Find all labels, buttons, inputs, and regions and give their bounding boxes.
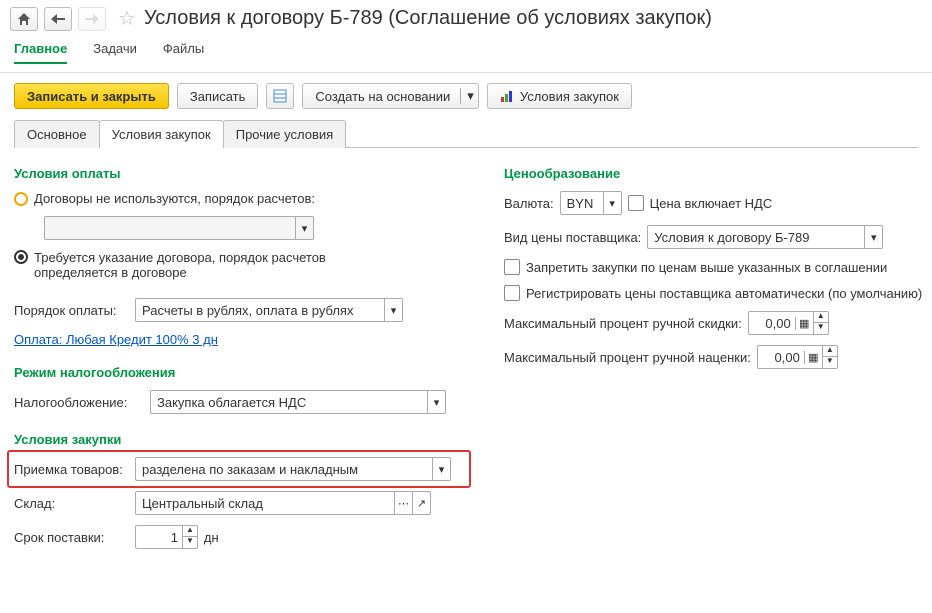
auto-register-prices-label: Регистрировать цены поставщика автоматич… bbox=[526, 286, 922, 301]
forbid-higher-prices-checkbox[interactable] bbox=[504, 259, 520, 275]
chevron-down-icon[interactable]: ▾ bbox=[603, 192, 621, 214]
report-button[interactable] bbox=[266, 83, 294, 109]
max-manual-markup-input[interactable]: 0,00 ▦ ▲ ▼ bbox=[757, 345, 838, 369]
max-manual-discount-value: 0,00 bbox=[749, 316, 795, 331]
taxation-combo[interactable]: Закупка облагается НДС ▾ bbox=[150, 390, 446, 414]
chevron-down-icon[interactable]: ▾ bbox=[427, 391, 445, 413]
currency-label: Валюта: bbox=[504, 196, 554, 211]
delivery-term-label: Срок поставки: bbox=[14, 530, 129, 545]
payment-order-value: Расчеты в рублях, оплата в рублях bbox=[136, 303, 384, 318]
delivery-term-value: 1 bbox=[136, 530, 182, 545]
receipt-label: Приемка товаров: bbox=[14, 462, 129, 477]
page-title: Условия к договору Б-789 (Соглашение об … bbox=[144, 7, 712, 30]
menutab-files[interactable]: Файлы bbox=[163, 41, 204, 64]
settlement-order-combo-disabled: ▾ bbox=[44, 216, 314, 240]
taxation-value: Закупка облагается НДС bbox=[151, 395, 427, 410]
radio-no-contract-label: Договоры не используются, порядок расчет… bbox=[34, 191, 315, 206]
supplier-price-type-label: Вид цены поставщика: bbox=[504, 230, 641, 245]
warehouse-value: Центральный склад bbox=[136, 496, 394, 511]
purchase-conditions-button[interactable]: Условия закупок bbox=[487, 83, 632, 109]
group-purchase-conditions: Условия закупки bbox=[14, 432, 464, 447]
receipt-combo[interactable]: разделена по заказам и накладным ▾ bbox=[135, 457, 451, 481]
max-manual-markup-label: Максимальный процент ручной наценки: bbox=[504, 350, 751, 365]
group-pricing: Ценообразование bbox=[504, 166, 924, 181]
max-manual-discount-label: Максимальный процент ручной скидки: bbox=[504, 316, 742, 331]
spinner-down[interactable]: ▼ bbox=[814, 323, 828, 334]
create-based-button[interactable]: Создать на основании ▾ bbox=[302, 83, 478, 109]
chevron-down-icon[interactable]: ▾ bbox=[384, 299, 402, 321]
spinner-down[interactable]: ▼ bbox=[823, 357, 837, 368]
create-based-label: Создать на основании bbox=[315, 89, 450, 104]
calculator-icon[interactable]: ▦ bbox=[804, 351, 822, 364]
taxation-label: Налогообложение: bbox=[14, 395, 144, 410]
menutab-main[interactable]: Главное bbox=[14, 41, 67, 64]
menutab-tasks[interactable]: Задачи bbox=[93, 41, 137, 64]
max-manual-markup-value: 0,00 bbox=[758, 350, 804, 365]
save-close-button[interactable]: Записать и закрыть bbox=[14, 83, 169, 109]
price-includes-vat-label: Цена включает НДС bbox=[650, 196, 773, 211]
chevron-down-icon[interactable]: ▾ bbox=[432, 458, 450, 480]
favorite-star-icon[interactable]: ☆ bbox=[118, 6, 136, 31]
radio-contract-required-label: Требуется указание договора, порядок рас… bbox=[34, 250, 364, 280]
ellipsis-icon[interactable]: ⋯ bbox=[394, 492, 412, 514]
radio-contract-required[interactable] bbox=[14, 250, 28, 264]
payment-order-combo[interactable]: Расчеты в рублях, оплата в рублях ▾ bbox=[135, 298, 403, 322]
tab-other[interactable]: Прочие условия bbox=[223, 120, 346, 148]
report-icon bbox=[273, 89, 287, 103]
chevron-down-icon: ▾ bbox=[295, 217, 313, 239]
currency-value: BYN bbox=[561, 196, 603, 211]
delivery-term-unit: дн bbox=[204, 530, 219, 545]
tab-main[interactable]: Основное bbox=[14, 120, 100, 148]
payment-link[interactable]: Оплата: Любая Кредит 100% 3 дн bbox=[14, 332, 218, 347]
warehouse-combo[interactable]: Центральный склад ⋯ ↗ bbox=[135, 491, 431, 515]
purchase-conditions-label: Условия закупок bbox=[520, 89, 619, 104]
open-icon[interactable]: ↗ bbox=[412, 492, 430, 514]
back-button[interactable] bbox=[44, 7, 72, 31]
forbid-higher-prices-label: Запретить закупки по ценам выше указанны… bbox=[526, 260, 887, 275]
tab-purchase-conditions[interactable]: Условия закупок bbox=[99, 120, 224, 148]
supplier-price-type-value: Условия к договору Б-789 bbox=[648, 230, 864, 245]
forward-button bbox=[78, 7, 106, 31]
max-manual-discount-input[interactable]: 0,00 ▦ ▲ ▼ bbox=[748, 311, 829, 335]
price-includes-vat-checkbox[interactable] bbox=[628, 195, 644, 211]
chart-icon bbox=[500, 89, 514, 103]
group-tax-mode: Режим налогообложения bbox=[14, 365, 464, 380]
caret-down-icon: ▾ bbox=[460, 88, 474, 104]
chevron-down-icon[interactable]: ▾ bbox=[864, 226, 882, 248]
supplier-price-type-combo[interactable]: Условия к договору Б-789 ▾ bbox=[647, 225, 883, 249]
receipt-value: разделена по заказам и накладным bbox=[136, 462, 432, 477]
home-button[interactable] bbox=[10, 7, 38, 31]
calculator-icon[interactable]: ▦ bbox=[795, 317, 813, 330]
currency-combo[interactable]: BYN ▾ bbox=[560, 191, 622, 215]
highlight-receipt: Приемка товаров: разделена по заказам и … bbox=[7, 450, 471, 488]
payment-order-label: Порядок оплаты: bbox=[14, 303, 129, 318]
delivery-term-input[interactable]: 1 ▲ ▼ bbox=[135, 525, 198, 549]
radio-no-contract[interactable] bbox=[14, 192, 28, 206]
spinner-down[interactable]: ▼ bbox=[183, 537, 197, 548]
group-payment-conditions: Условия оплаты bbox=[14, 166, 464, 181]
save-button[interactable]: Записать bbox=[177, 83, 259, 109]
warehouse-label: Склад: bbox=[14, 496, 129, 511]
auto-register-prices-checkbox[interactable] bbox=[504, 285, 520, 301]
